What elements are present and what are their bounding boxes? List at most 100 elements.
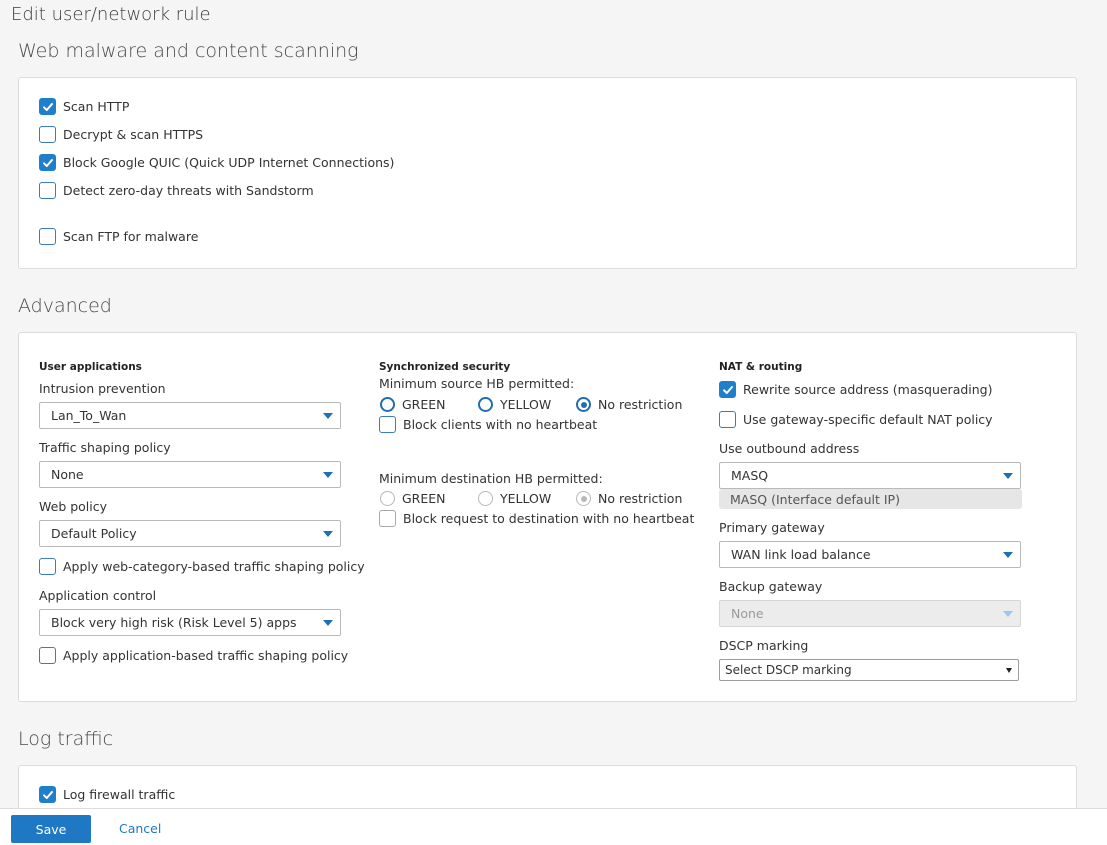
source-hb-green[interactable]: GREEN [380, 397, 478, 412]
footer-bar [0, 808, 1107, 845]
block-quic-checkbox[interactable] [39, 154, 56, 171]
radio-button[interactable] [380, 397, 395, 412]
gateway-nat-label: Use gateway-specific default NAT policy [743, 412, 993, 427]
dest-hb-yellow[interactable]: YELLOW [478, 491, 576, 506]
intrusion-select[interactable]: Lan_To_Wan [39, 402, 341, 429]
advanced-panel: User applications Intrusion prevention L… [18, 332, 1077, 702]
scan-ftp-checkbox[interactable] [39, 228, 56, 245]
dest-hb-no-restriction[interactable]: No restriction [576, 491, 682, 506]
outbound-value: MASQ [731, 468, 769, 483]
rewrite-source-checkbox[interactable] [719, 381, 736, 398]
log-firewall-label: Log firewall traffic [63, 787, 176, 802]
scan-ftp-option[interactable]: Scan FTP for malware [39, 228, 198, 245]
section-title-log: Log traffic [18, 728, 114, 750]
shaping-label: Traffic shaping policy [39, 440, 171, 455]
app-control-value: Block very high risk (Risk Level 5) apps [51, 615, 297, 630]
user-apps-heading: User applications [39, 361, 142, 373]
log-firewall-checkbox[interactable] [39, 786, 56, 803]
scan-http-checkbox[interactable] [39, 98, 56, 115]
dscp-value: Select DSCP marking [725, 663, 852, 677]
web-cat-shaping-option[interactable]: Apply web-category-based traffic shaping… [39, 558, 365, 575]
intrusion-value: Lan_To_Wan [51, 408, 127, 423]
intrusion-label: Intrusion prevention [39, 381, 166, 396]
dest-hb-yellow-label: YELLOW [500, 491, 552, 506]
chevron-down-icon [323, 531, 333, 537]
nat-heading: NAT & routing [719, 361, 803, 373]
cancel-button[interactable]: Cancel [119, 821, 161, 836]
outbound-hint: MASQ (Interface default IP) [719, 489, 1022, 509]
decrypt-https-label: Decrypt & scan HTTPS [63, 127, 204, 142]
shaping-select[interactable]: None [39, 461, 341, 488]
block-no-hb-checkbox[interactable] [379, 416, 396, 433]
dest-hb-label: Minimum destination HB permitted: [379, 471, 603, 486]
chevron-down-icon [1003, 611, 1013, 617]
dest-hb-green-label: GREEN [402, 491, 446, 506]
block-quic-label: Block Google QUIC (Quick UDP Internet Co… [63, 155, 395, 170]
dscp-select[interactable]: Select DSCP marking [719, 659, 1019, 681]
app-control-select[interactable]: Block very high risk (Risk Level 5) apps [39, 609, 341, 636]
scan-http-label: Scan HTTP [63, 99, 130, 114]
radio-button[interactable] [576, 397, 591, 412]
web-policy-value: Default Policy [51, 526, 137, 541]
page-title: Edit user/network rule [11, 4, 211, 25]
block-dest-no-hb-checkbox[interactable] [379, 510, 396, 527]
app-shaping-checkbox[interactable] [39, 647, 56, 664]
primary-gateway-value: WAN link load balance [731, 547, 871, 562]
radio-button[interactable] [478, 491, 493, 506]
log-firewall-option[interactable]: Log firewall traffic [39, 786, 175, 803]
app-control-label: Application control [39, 588, 157, 603]
checkmark-icon [42, 790, 53, 799]
gateway-nat-option[interactable]: Use gateway-specific default NAT policy [719, 411, 993, 428]
web-cat-shaping-label: Apply web-category-based traffic shaping… [63, 559, 365, 574]
save-button[interactable]: Save [11, 815, 91, 843]
source-hb-label: Minimum source HB permitted: [379, 376, 575, 391]
dest-hb-radio-group: GREEN YELLOW No restriction [380, 491, 682, 506]
chevron-down-icon [1003, 552, 1013, 558]
decrypt-https-checkbox[interactable] [39, 126, 56, 143]
section-title-web-scanning: Web malware and content scanning [18, 40, 359, 62]
primary-gateway-select[interactable]: WAN link load balance [719, 541, 1021, 568]
rewrite-source-option[interactable]: Rewrite source address (masquerading) [719, 381, 993, 398]
web-cat-shaping-checkbox[interactable] [39, 558, 56, 575]
chevron-down-icon [323, 413, 333, 419]
outbound-label: Use outbound address [719, 441, 860, 456]
block-dest-no-hb-option[interactable]: Block request to destination with no hea… [379, 510, 694, 527]
radio-button[interactable] [478, 397, 493, 412]
source-hb-radio-group: GREEN YELLOW No restriction [380, 397, 682, 412]
dest-hb-green[interactable]: GREEN [380, 491, 478, 506]
chevron-down-icon [323, 472, 333, 478]
block-dest-no-hb-label: Block request to destination with no hea… [403, 511, 695, 526]
primary-gateway-label: Primary gateway [719, 520, 825, 535]
app-shaping-label: Apply application-based traffic shaping … [63, 648, 349, 663]
radio-button[interactable] [576, 491, 591, 506]
app-shaping-option[interactable]: Apply application-based traffic shaping … [39, 647, 348, 664]
dscp-label: DSCP marking [719, 638, 809, 653]
rewrite-source-label: Rewrite source address (masquerading) [743, 382, 993, 397]
section-title-advanced: Advanced [18, 295, 112, 317]
block-quic-option[interactable]: Block Google QUIC (Quick UDP Internet Co… [39, 154, 394, 171]
block-no-hb-label: Block clients with no heartbeat [403, 417, 598, 432]
gateway-nat-checkbox[interactable] [719, 411, 736, 428]
shaping-value: None [51, 467, 84, 482]
block-no-hb-option[interactable]: Block clients with no heartbeat [379, 416, 597, 433]
chevron-down-icon [1003, 473, 1013, 479]
chevron-down-icon [323, 620, 333, 626]
source-hb-no-restriction[interactable]: No restriction [576, 397, 682, 412]
dest-hb-no-restriction-label: No restriction [598, 491, 683, 506]
checkmark-icon [722, 385, 733, 394]
sandstorm-label: Detect zero-day threats with Sandstorm [63, 183, 314, 198]
sandstorm-option[interactable]: Detect zero-day threats with Sandstorm [39, 182, 314, 199]
decrypt-https-option[interactable]: Decrypt & scan HTTPS [39, 126, 203, 143]
scan-ftp-label: Scan FTP for malware [63, 229, 199, 244]
sandstorm-checkbox[interactable] [39, 182, 56, 199]
sync-security-heading: Synchronized security [379, 361, 511, 373]
radio-button[interactable] [380, 491, 395, 506]
scan-http-option[interactable]: Scan HTTP [39, 98, 129, 115]
backup-gateway-value: None [731, 606, 764, 621]
checkmark-icon [42, 158, 53, 167]
outbound-select[interactable]: MASQ [719, 462, 1021, 489]
checkmark-icon [42, 102, 53, 111]
source-hb-yellow-label: YELLOW [500, 397, 552, 412]
web-policy-select[interactable]: Default Policy [39, 520, 341, 547]
source-hb-yellow[interactable]: YELLOW [478, 397, 576, 412]
